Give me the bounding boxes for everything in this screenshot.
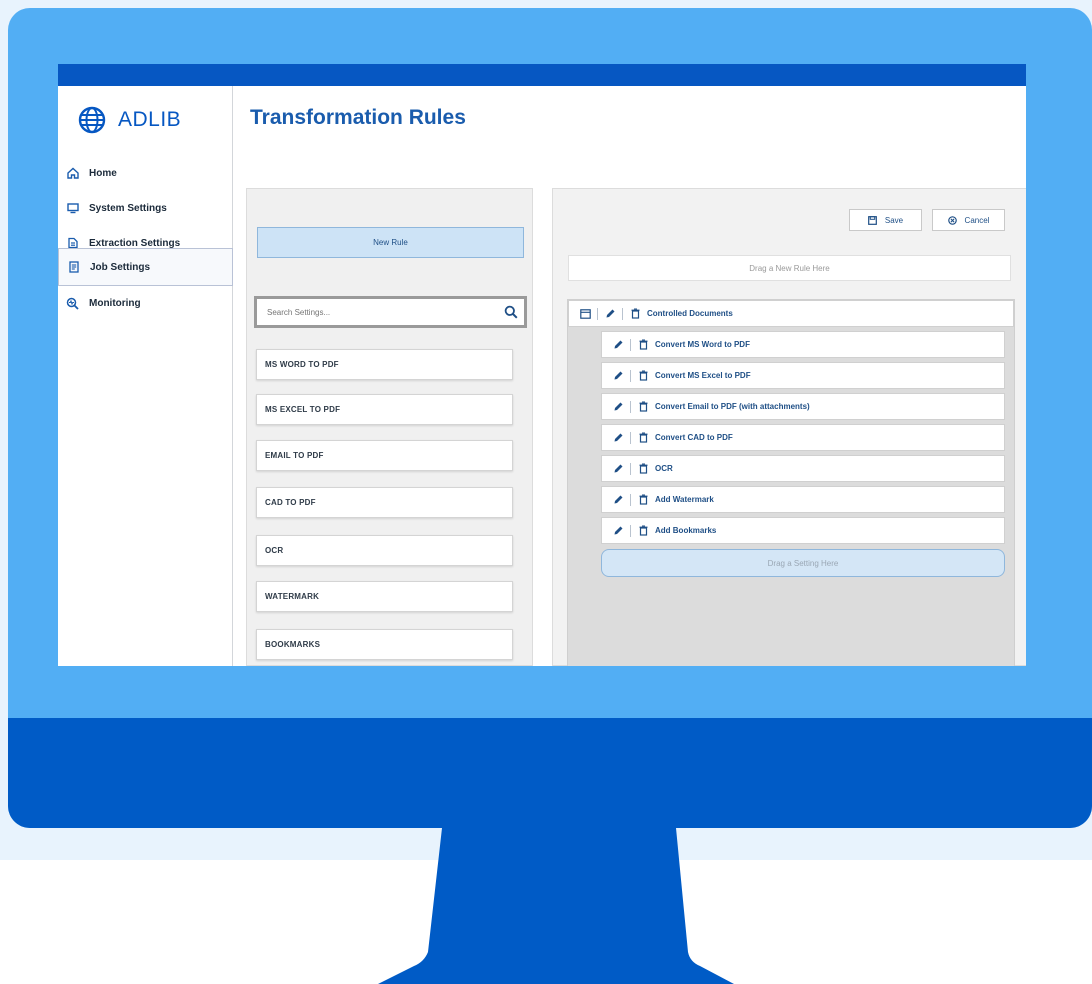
cancel-label: Cancel xyxy=(964,215,990,225)
sidebar-item-home[interactable]: Home xyxy=(58,156,233,190)
trash-icon[interactable] xyxy=(637,339,649,351)
trash-icon[interactable] xyxy=(629,308,641,320)
rule-row-controlled-documents[interactable]: Controlled Documents xyxy=(568,300,1014,327)
rule-builder-panel: Save Cancel Drag a New Rule Here Control… xyxy=(552,188,1026,666)
rule-step-label: Convert MS Excel to PDF xyxy=(655,371,751,380)
sidebar-item-label: Job Settings xyxy=(90,261,151,273)
pencil-icon[interactable] xyxy=(612,370,624,382)
rule-step-row[interactable]: Convert CAD to PDF xyxy=(601,424,1005,451)
row-divider xyxy=(597,307,598,320)
pencil-icon[interactable] xyxy=(612,494,624,506)
rule-step-row[interactable]: Convert MS Word to PDF xyxy=(601,331,1005,358)
setting-item-ocr[interactable]: OCR xyxy=(256,535,513,566)
page-title: Transformation Rules xyxy=(250,106,466,129)
cancel-icon xyxy=(947,215,957,225)
monitor-icon xyxy=(66,202,79,215)
rule-step-label: Add Watermark xyxy=(655,495,714,504)
logo[interactable]: ADLIB xyxy=(78,106,181,134)
rule-step-row[interactable]: OCR xyxy=(601,455,1005,482)
rule-label: Controlled Documents xyxy=(647,309,733,318)
rule-drop-zone[interactable]: Drag a New Rule Here xyxy=(568,255,1011,281)
rule-step-label: Convert MS Word to PDF xyxy=(655,340,750,349)
setting-item-watermark[interactable]: WATERMARK xyxy=(256,581,513,612)
pencil-icon[interactable] xyxy=(612,525,624,537)
sidebar-item-label: Home xyxy=(89,167,117,179)
setting-item-cad-to-pdf[interactable]: CAD TO PDF xyxy=(256,487,513,518)
rule-step-label: Add Bookmarks xyxy=(655,526,717,535)
pencil-icon[interactable] xyxy=(612,401,624,413)
rule-step-row[interactable]: Convert Email to PDF (with attachments) xyxy=(601,393,1005,420)
pencil-icon[interactable] xyxy=(612,463,624,475)
pencil-icon[interactable] xyxy=(612,432,624,444)
row-divider xyxy=(630,338,631,351)
sidebar-item-label: System Settings xyxy=(89,202,167,214)
trash-icon[interactable] xyxy=(637,463,649,475)
sidebar-item-label: Monitoring xyxy=(89,297,141,309)
globe-logo-icon xyxy=(78,106,106,134)
setting-item-ms-excel-to-pdf[interactable]: MS EXCEL TO PDF xyxy=(256,394,513,425)
setting-item-bookmarks[interactable]: BOOKMARKS xyxy=(256,629,513,660)
sidebar: ADLIB Home System Settings Extraction Se… xyxy=(58,86,233,666)
sidebar-item-system-settings[interactable]: System Settings xyxy=(58,191,233,225)
row-divider xyxy=(630,400,631,413)
sidebar-item-monitoring[interactable]: Monitoring xyxy=(58,286,233,320)
top-bar xyxy=(58,64,1026,86)
rule-step-label: OCR xyxy=(655,464,673,473)
setting-item-email-to-pdf[interactable]: EMAIL TO PDF xyxy=(256,440,513,471)
monitor-chin xyxy=(8,718,1092,828)
setting-drop-zone[interactable]: Drag a Setting Here xyxy=(601,549,1005,577)
trash-icon[interactable] xyxy=(637,432,649,444)
row-divider xyxy=(622,307,623,320)
rule-step-row[interactable]: Add Watermark xyxy=(601,486,1005,513)
trash-icon[interactable] xyxy=(637,401,649,413)
cancel-button[interactable]: Cancel xyxy=(932,209,1005,231)
save-label: Save xyxy=(884,215,904,225)
setting-item-ms-word-to-pdf[interactable]: MS WORD TO PDF xyxy=(256,349,513,380)
brand-name: ADLIB xyxy=(118,108,182,131)
pencil-icon[interactable] xyxy=(604,308,616,320)
search-input[interactable] xyxy=(267,307,504,317)
new-rule-button[interactable]: New Rule xyxy=(257,227,524,258)
row-divider xyxy=(630,462,631,475)
rule-step-row[interactable]: Convert MS Excel to PDF xyxy=(601,362,1005,389)
calendar-icon[interactable] xyxy=(579,308,591,320)
home-icon xyxy=(66,167,79,180)
settings-library-panel: New Rule MS WORD TO PDF MS EXCEL TO PDF … xyxy=(246,188,533,666)
sidebar-item-job-settings[interactable]: Job Settings xyxy=(58,248,233,286)
row-divider xyxy=(630,493,631,506)
search-box xyxy=(254,296,527,328)
rule-tree: Controlled Documents Convert MS Word to … xyxy=(567,299,1015,666)
search-icon[interactable] xyxy=(504,305,518,319)
document-icon xyxy=(67,261,80,274)
app-screen: ADLIB Home System Settings Extraction Se… xyxy=(58,64,1026,666)
pencil-icon[interactable] xyxy=(612,339,624,351)
save-button[interactable]: Save xyxy=(849,209,922,231)
trash-icon[interactable] xyxy=(637,370,649,382)
trash-icon[interactable] xyxy=(637,494,649,506)
rule-step-label: Convert Email to PDF (with attachments) xyxy=(655,402,810,411)
save-icon xyxy=(867,215,877,225)
rule-step-row[interactable]: Add Bookmarks xyxy=(601,517,1005,544)
sidebar-item-label: Extraction Settings xyxy=(89,237,181,249)
rule-step-label: Convert CAD to PDF xyxy=(655,433,733,442)
monitoring-icon xyxy=(66,297,79,310)
row-divider xyxy=(630,431,631,444)
row-divider xyxy=(630,524,631,537)
trash-icon[interactable] xyxy=(637,525,649,537)
row-divider xyxy=(630,369,631,382)
